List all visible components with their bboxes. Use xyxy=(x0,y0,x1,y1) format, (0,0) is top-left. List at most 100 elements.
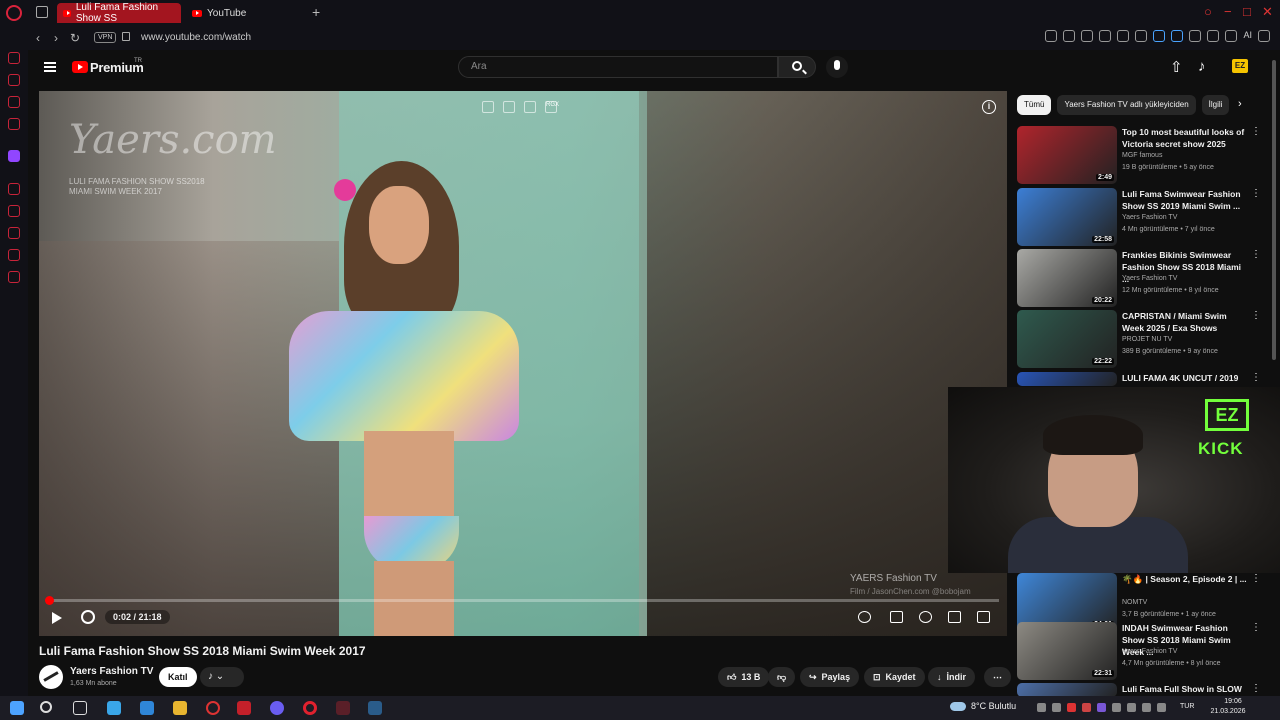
tray-icon-1[interactable] xyxy=(1037,703,1046,712)
rgx-icon[interactable]: RGX xyxy=(545,101,559,113)
channel-avatar[interactable] xyxy=(39,665,63,689)
recommendation-title[interactable]: CAPRISTAN / Miami Swim Week 2025 / Exa S… xyxy=(1122,310,1250,334)
recommendation-channel[interactable]: Yaers Fashion TV xyxy=(1122,275,1177,282)
guide-menu-icon[interactable] xyxy=(44,62,56,72)
search-tabs-icon[interactable]: ○ xyxy=(1204,4,1212,19)
chips-next-icon[interactable]: › xyxy=(1238,98,1242,110)
play-ext-icon[interactable] xyxy=(1117,30,1130,42)
sidebar-mail-icon[interactable] xyxy=(8,118,20,130)
recommendation-thumbnail[interactable]: 22:58 xyxy=(1017,188,1117,246)
reload-button[interactable]: ↻ xyxy=(70,31,80,45)
close-button[interactable]: ✕ xyxy=(1262,4,1273,20)
recommendation-channel[interactable]: Yaers Fashion TV xyxy=(1122,648,1177,655)
autoplay-toggle[interactable] xyxy=(858,611,871,623)
recommendation-thumbnail[interactable]: 20:22 xyxy=(1017,249,1117,307)
fullscreen-icon[interactable] xyxy=(977,611,990,623)
download-icon[interactable] xyxy=(1225,30,1238,42)
sidebar-wallet-icon[interactable] xyxy=(8,249,20,261)
pip-icon[interactable] xyxy=(503,101,515,113)
sidebar-history-icon[interactable] xyxy=(8,227,20,239)
chip-related[interactable]: İlgili xyxy=(1201,95,1230,115)
page-scrollbar[interactable] xyxy=(1270,50,1278,696)
recommendation-title[interactable]: 🌴🔥 | Season 2, Episode 2 | ... xyxy=(1122,573,1250,585)
recommendation-item[interactable]: LULI FAMA 4K UNCUT / 2019 ⋮ xyxy=(1017,372,1267,386)
audio-ext-icon[interactable] xyxy=(1153,30,1166,42)
opera-logo-icon[interactable] xyxy=(6,5,22,21)
tab-manager-icon[interactable] xyxy=(36,6,48,18)
obs-app-icon[interactable] xyxy=(237,701,251,715)
tray-icon-4[interactable] xyxy=(1082,703,1091,712)
upload-icon[interactable]: ⇧ xyxy=(1170,58,1183,76)
recommendation-channel[interactable]: NOMTV xyxy=(1122,599,1147,606)
opera-gx-taskbar-icon[interactable] xyxy=(206,701,220,715)
subscribe-bell-button[interactable]: ♪ ⌄ xyxy=(200,667,244,687)
recommendation-thumbnail[interactable] xyxy=(1017,372,1117,386)
file-explorer-icon[interactable] xyxy=(173,701,187,715)
minimize-button[interactable]: − xyxy=(1224,4,1232,19)
account-avatar[interactable]: EZ xyxy=(1232,59,1248,73)
sidebar-settings-icon[interactable] xyxy=(8,271,20,283)
more-options-icon[interactable]: ⋮ xyxy=(1251,573,1261,584)
youtube-logo-icon[interactable] xyxy=(72,61,88,73)
clock-date[interactable]: 21.03.2026 xyxy=(1203,708,1253,715)
recommendation-item[interactable]: 22:22 CAPRISTAN / Miami Swim Week 2025 / … xyxy=(1017,310,1267,368)
chip-all[interactable]: Tümü xyxy=(1017,95,1052,115)
like-button[interactable]: 👍︎ 13 B xyxy=(718,667,770,687)
scrubber-handle[interactable] xyxy=(44,596,54,605)
tray-icon-5[interactable] xyxy=(1097,703,1106,712)
channel-name[interactable]: Yaers Fashion TV xyxy=(70,666,153,677)
settings-gear-icon[interactable] xyxy=(919,611,932,623)
extension-icon[interactable] xyxy=(1207,30,1220,42)
start-icon[interactable] xyxy=(10,701,24,715)
more-options-icon[interactable]: ⋮ xyxy=(1251,372,1261,383)
sidebar-twitch-icon[interactable] xyxy=(8,150,20,162)
lock-icon[interactable] xyxy=(122,32,130,41)
more-options-icon[interactable]: ⋮ xyxy=(1251,622,1261,633)
back-button[interactable]: ‹ xyxy=(36,31,40,45)
tab-video[interactable]: Luli Fama Fashion Show SS xyxy=(57,2,181,24)
recommendation-channel[interactable]: PROJET NU TV xyxy=(1122,336,1172,343)
chip-uploader[interactable]: Yaers Fashion TV adlı yükleyiciden xyxy=(1057,95,1196,115)
join-button[interactable]: Katıl xyxy=(159,667,197,687)
sidebar-messenger-icon[interactable] xyxy=(8,96,20,108)
recommendation-channel[interactable]: MGF famous xyxy=(1122,152,1162,159)
subtitles-icon[interactable] xyxy=(890,611,903,623)
recommendation-item[interactable]: Luli Fama Full Show in SLOW ⋮ xyxy=(1017,683,1267,697)
info-icon[interactable]: i xyxy=(982,100,996,114)
recommendation-title[interactable]: Luli Fama Full Show in SLOW xyxy=(1122,683,1250,695)
discord-icon[interactable] xyxy=(270,701,284,715)
search-taskbar-icon[interactable] xyxy=(40,701,52,713)
download-button[interactable]: ↓ İndir xyxy=(928,667,975,687)
miniplayer-icon[interactable] xyxy=(482,101,494,113)
weather-widget[interactable]: 8°C Bulutlu xyxy=(950,701,1016,711)
task-view-icon[interactable] xyxy=(73,701,87,715)
recommendation-title[interactable]: Top 10 most beautiful looks of Victoria … xyxy=(1122,126,1250,150)
recommendation-thumbnail[interactable]: 22:31 xyxy=(1017,622,1117,680)
more-options-icon[interactable]: ⋮ xyxy=(1251,249,1261,260)
maximize-button[interactable]: □ xyxy=(1243,4,1251,19)
speaker-icon[interactable] xyxy=(1157,703,1166,712)
skip-icon[interactable] xyxy=(524,101,536,113)
recommendation-item[interactable]: 22:31 INDAH Swimwear Fashion Show SS 2018… xyxy=(1017,622,1267,680)
menu-icon[interactable] xyxy=(1258,30,1270,42)
save-button[interactable]: ⊡ Kaydet xyxy=(864,667,925,687)
progress-bar[interactable] xyxy=(44,596,999,605)
recommendation-item[interactable]: 22:58 Luli Fama Swimwear Fashion Show SS … xyxy=(1017,188,1267,246)
dislike-button[interactable]: 👎︎ xyxy=(768,667,796,687)
recommendation-channel[interactable]: Yaers Fashion TV xyxy=(1122,214,1177,221)
recommendation-item[interactable]: 20:22 Frankies Bikinis Swimwear Fashion S… xyxy=(1017,249,1267,307)
shield-icon[interactable] xyxy=(1099,30,1112,42)
heart-icon[interactable] xyxy=(1135,30,1148,42)
sidebar-ai-icon[interactable] xyxy=(8,52,20,64)
forward-button[interactable]: › xyxy=(54,31,58,45)
recommendation-title[interactable]: Luli Fama Swimwear Fashion Show SS 2019 … xyxy=(1122,188,1250,212)
tab-youtube[interactable]: YouTube xyxy=(186,3,306,23)
opera-gx-active-icon[interactable] xyxy=(336,701,350,715)
recommendation-thumbnail[interactable] xyxy=(1017,683,1117,697)
recommendation-title[interactable]: LULI FAMA 4K UNCUT / 2019 xyxy=(1122,372,1250,384)
search-input[interactable] xyxy=(471,61,761,72)
notifications-bell-icon[interactable]: ♪ xyxy=(1198,58,1206,75)
input-language[interactable]: TUR xyxy=(1180,703,1194,710)
tray-icon-7[interactable] xyxy=(1127,703,1136,712)
more-options-icon[interactable]: ⋮ xyxy=(1251,188,1261,199)
